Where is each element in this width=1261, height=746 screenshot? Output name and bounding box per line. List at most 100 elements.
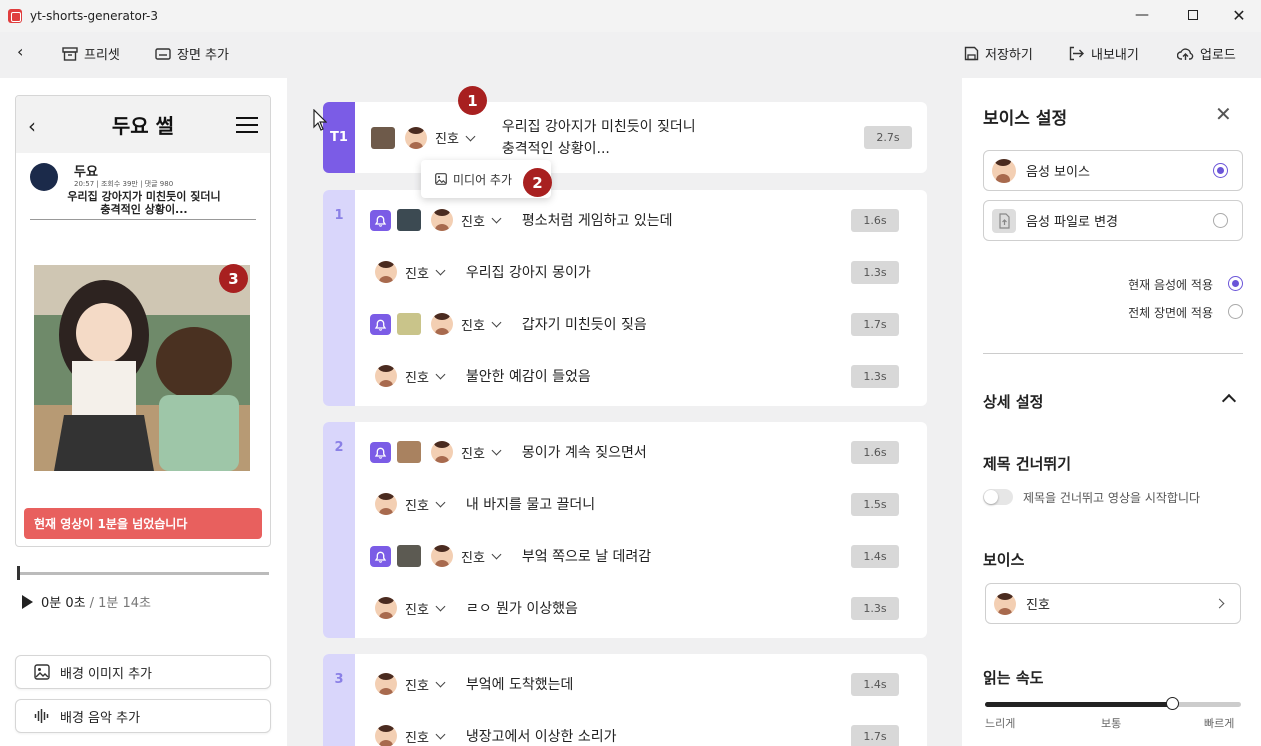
scene-illustration[interactable] [34,265,250,471]
export-label: 내보내기 [1091,48,1139,63]
line-text[interactable]: 내 바지를 물고 끌더니 [466,494,595,514]
radio-file[interactable] [1213,213,1228,228]
close-window-icon[interactable]: ✕ [1216,0,1261,30]
script-line[interactable]: 진호 불안한 예감이 들었음 1.3s [355,350,927,402]
preview-header: ‹ 두요 썰 [16,96,270,153]
script-line[interactable]: 진호 몽이가 계속 짖으면서 1.6s [355,426,927,478]
voice-avatar [431,313,453,335]
chevron-down-icon[interactable] [435,601,446,612]
voice-name[interactable]: 진호 [405,367,429,386]
chevron-down-icon[interactable] [491,549,502,560]
chevron-down-icon[interactable] [435,265,446,276]
script-line[interactable]: 진호 우리집 강아지 몽이가 1.3s [355,246,927,298]
speed-slider[interactable] [985,702,1241,707]
voice-name[interactable]: 진호 [405,599,429,618]
chevron-down-icon[interactable] [435,369,446,380]
media-thumbnail[interactable] [397,545,421,567]
script-line[interactable]: 진호 갑자기 미친듯이 짖음 1.7s [355,298,927,350]
minimize-icon[interactable]: — [1119,0,1165,30]
script-line[interactable]: 진호 내 바지를 물고 끌더니 1.5s [355,478,927,530]
voice-avatar [992,158,1016,183]
media-thumbnail[interactable] [397,441,421,463]
step-badge-1: 1 [458,86,487,115]
play-icon[interactable] [22,594,33,609]
line-text[interactable]: 부엌에 도착했는데 [466,674,574,694]
chevron-down-icon[interactable] [491,213,502,224]
line-text[interactable]: 몽이가 계속 짖으면서 [522,442,647,462]
add-scene-button[interactable]: 장면 추가 [155,44,229,63]
chevron-down-icon[interactable] [435,677,446,688]
close-icon[interactable]: ✕ [1215,102,1232,126]
line-text[interactable]: 평소처럼 게임하고 있는데 [522,210,673,230]
scene-card: 3 진호 부엌에 도착했는데 1.4s 진호 냉장고에서 이상한 소리가 1.7… [323,654,927,746]
line-text[interactable]: 우리집 강아지가 미친듯이 짖더니 충격적인 상황이... [502,116,696,160]
preset-label: 프리셋 [84,48,120,63]
voice-name[interactable]: 진호 [405,495,429,514]
scene-card-title[interactable]: T1 진호 우리집 강아지가 미친듯이 짖더니 충격적인 상황이... 2.7s [323,102,927,173]
voice-option-file[interactable]: 음성 파일로 변경 [983,200,1243,241]
chevron-up-icon[interactable] [1221,393,1237,409]
line-text[interactable]: 부엌 쪽으로 날 데려감 [522,546,651,566]
voice-name[interactable]: 진호 [405,727,429,746]
radio-apply-all[interactable] [1228,304,1243,319]
scene-tab: 3 [323,654,355,746]
line-text[interactable]: ㄹㅇ 뭔가 이상했음 [466,598,578,618]
cloud-upload-icon [1177,47,1194,60]
radio-voice[interactable] [1213,163,1228,178]
voice-name[interactable]: 진호 [461,211,485,230]
media-thumbnail[interactable] [397,209,421,231]
post-title: 우리집 강아지가 미친듯이 짖더니 충격적인 상황이... [67,190,221,216]
voice-name[interactable]: 진호 [405,263,429,282]
sfx-bell-icon[interactable] [370,545,391,567]
voice-name[interactable]: 진호 [461,547,485,566]
chevron-down-icon[interactable] [491,317,502,328]
step-badge-3: 3 [219,264,248,293]
preset-button[interactable]: 프리셋 [62,44,120,63]
speed-thumb[interactable] [1166,697,1179,710]
export-button[interactable]: 내보내기 [1069,44,1139,63]
radio-apply-current[interactable] [1228,276,1243,291]
time-total: / 1분 14초 [89,596,151,611]
upload-button[interactable]: 업로드 [1177,44,1236,63]
chevron-down-icon[interactable] [491,445,502,456]
script-line[interactable]: 진호 부엌 쪽으로 날 데려감 1.4s [355,530,927,582]
maximize-icon[interactable] [1170,0,1216,30]
image-icon [34,664,50,680]
skip-title-toggle[interactable] [983,489,1013,505]
voice-option-tts[interactable]: 음성 보이스 [983,150,1243,191]
add-bg-image-button[interactable]: 배경 이미지 추가 [15,655,271,689]
script-line[interactable]: 진호 부엌에 도착했는데 1.4s [355,658,927,710]
line-text[interactable]: 우리집 강아지 몽이가 [466,262,591,282]
sfx-bell-icon[interactable] [370,209,391,231]
media-thumbnail[interactable] [397,313,421,335]
duration-badge: 1.6s [851,208,899,232]
voice-selector[interactable]: 진호 [985,583,1241,624]
chevron-down-icon[interactable] [435,497,446,508]
scene-tab: 1 [323,190,355,406]
sfx-bell-icon[interactable] [370,441,391,463]
voice-name[interactable]: 진호 [461,443,485,462]
voice-name[interactable]: 진호 [461,315,485,334]
voice-avatar [375,673,397,695]
chevron-down-icon[interactable] [465,131,476,141]
script-line[interactable]: 진호 ㄹㅇ 뭔가 이상했음 1.3s [355,582,927,634]
add-bg-music-button[interactable]: 배경 음악 추가 [15,699,271,733]
scene-list: T1 진호 우리집 강아지가 미친듯이 짖더니 충격적인 상황이... 2.7s… [300,78,950,746]
chevron-down-icon[interactable] [435,729,446,740]
line-text[interactable]: 갑자기 미친듯이 짖음 [522,314,647,334]
line-text[interactable]: 불안한 예감이 들었음 [466,366,591,386]
panel-title: 보이스 설정 [983,109,1068,129]
back-button[interactable]: ‹ [17,42,23,61]
sfx-bell-icon[interactable] [370,313,391,335]
media-thumbnail[interactable] [371,126,395,149]
voice-name[interactable]: 진호 [405,675,429,694]
script-line[interactable]: 진호 냉장고에서 이상한 소리가 1.7s [355,710,927,746]
playback-track[interactable] [18,572,269,575]
line-text[interactable]: 냉장고에서 이상한 소리가 [466,726,617,746]
playback-thumb[interactable] [17,566,20,580]
voice-name[interactable]: 진호 [435,128,459,147]
duration-badge: 1.5s [851,492,899,516]
script-line[interactable]: 진호 평소처럼 게임하고 있는데 1.6s [355,194,927,246]
save-button[interactable]: 저장하기 [964,44,1033,63]
speed-fast-label: 빠르게 [1204,717,1235,730]
